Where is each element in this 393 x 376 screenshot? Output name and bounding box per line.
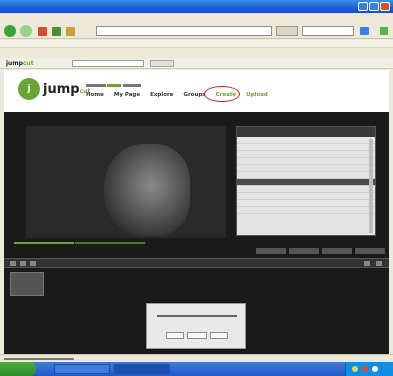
dialog-message <box>147 314 247 318</box>
navigation-toolbar <box>0 23 393 39</box>
panel-row[interactable] <box>237 165 375 172</box>
stop-icon[interactable] <box>38 27 47 36</box>
browser-window: jumpcut j jumpcut Home My Page Explore G… <box>0 0 393 376</box>
video-preview[interactable] <box>26 126 226 238</box>
settings-icon[interactable] <box>376 261 382 266</box>
status-bar <box>0 354 393 362</box>
panel-actions <box>256 248 385 254</box>
nav-home[interactable]: Home <box>86 92 104 98</box>
main-nav: Home My Page Explore Groups Create Uploa… <box>86 92 268 98</box>
window-controls <box>358 2 390 11</box>
links-bar <box>0 40 393 48</box>
timeline-bar[interactable] <box>4 258 389 268</box>
web-page: j jumpcut Home My Page Explore Groups Cr… <box>4 70 389 354</box>
site-header: j jumpcut Home My Page Explore Groups Cr… <box>4 70 389 112</box>
home-icon[interactable] <box>66 27 75 36</box>
nav-my-page[interactable]: My Page <box>114 92 140 98</box>
jumpcut-toolbar-logo[interactable]: jumpcut <box>6 60 34 67</box>
system-tray <box>345 362 393 376</box>
panel-action-button[interactable] <box>256 248 286 254</box>
tray-icon[interactable] <box>362 366 368 372</box>
close-button[interactable] <box>380 2 390 11</box>
nav-explore[interactable]: Explore <box>150 92 173 98</box>
jumpcut-search-button[interactable] <box>150 60 174 67</box>
start-button[interactable] <box>0 362 36 376</box>
back-arrow-icon[interactable] <box>4 25 16 37</box>
clip-thumbnail[interactable] <box>10 272 44 296</box>
logo-text: jumpcut <box>43 82 90 97</box>
menu-bar <box>0 13 393 23</box>
jumpcut-logo[interactable]: j jumpcut <box>18 78 90 100</box>
effects-panel <box>236 126 376 236</box>
dialog-buttons <box>147 332 247 339</box>
panel-action-button[interactable] <box>322 248 352 254</box>
panel-action-button[interactable] <box>289 248 319 254</box>
video-caption <box>14 240 146 245</box>
panel-row[interactable] <box>237 137 375 144</box>
nav-upload[interactable]: Upload <box>246 92 268 98</box>
forward-arrow-icon[interactable] <box>20 25 32 37</box>
taskbar-item-browser[interactable] <box>54 364 110 374</box>
panel-action-button[interactable] <box>355 248 385 254</box>
stop-playback-icon[interactable] <box>30 261 36 266</box>
pause-icon[interactable] <box>20 261 26 266</box>
maximize-button[interactable] <box>369 2 379 11</box>
dialog-button-dont-save[interactable] <box>187 332 207 339</box>
dialog-button-cancel[interactable] <box>210 332 228 339</box>
jumpcut-toolbar: jumpcut <box>0 58 393 69</box>
browser-search-input[interactable] <box>302 26 354 36</box>
jumpcut-search-input[interactable] <box>72 60 144 67</box>
play-icon[interactable] <box>10 261 16 266</box>
tray-icon[interactable] <box>352 366 358 372</box>
search-engine-icon[interactable] <box>360 27 369 35</box>
nav-groups[interactable]: Groups <box>183 92 205 98</box>
windows-taskbar <box>0 362 393 376</box>
dialog-button-save[interactable] <box>166 332 184 339</box>
highlight-annotation <box>204 86 240 102</box>
logo-badge-icon: j <box>18 78 40 100</box>
refresh-icon[interactable] <box>52 27 61 36</box>
taskbar-item-jumpcut[interactable] <box>114 364 170 374</box>
panel-header <box>237 127 375 137</box>
panel-row[interactable] <box>237 172 375 179</box>
address-bar[interactable] <box>96 26 272 36</box>
panel-row-selected[interactable] <box>237 179 375 186</box>
toolbar-logo-suffix: cut <box>22 60 34 67</box>
panel-row[interactable] <box>237 144 375 151</box>
signup-line <box>86 82 141 87</box>
panel-row[interactable] <box>237 158 375 165</box>
video-frame-image <box>104 144 190 236</box>
panel-row[interactable] <box>237 193 375 200</box>
toolbar-extra-icon[interactable] <box>380 27 388 35</box>
logo-text-main: jump <box>43 81 80 97</box>
toolbar-logo-text: jump <box>6 60 23 67</box>
go-button[interactable] <box>276 26 298 36</box>
panel-scrollbar[interactable] <box>369 139 373 233</box>
panel-row[interactable] <box>237 186 375 193</box>
zoom-icon[interactable] <box>364 261 370 266</box>
minimize-button[interactable] <box>358 2 368 11</box>
panel-row[interactable] <box>237 151 375 158</box>
panel-row[interactable] <box>237 200 375 207</box>
confirm-dialog <box>146 303 246 349</box>
tray-icon[interactable] <box>372 366 378 372</box>
panel-row[interactable] <box>237 207 375 214</box>
title-bar <box>0 0 393 13</box>
